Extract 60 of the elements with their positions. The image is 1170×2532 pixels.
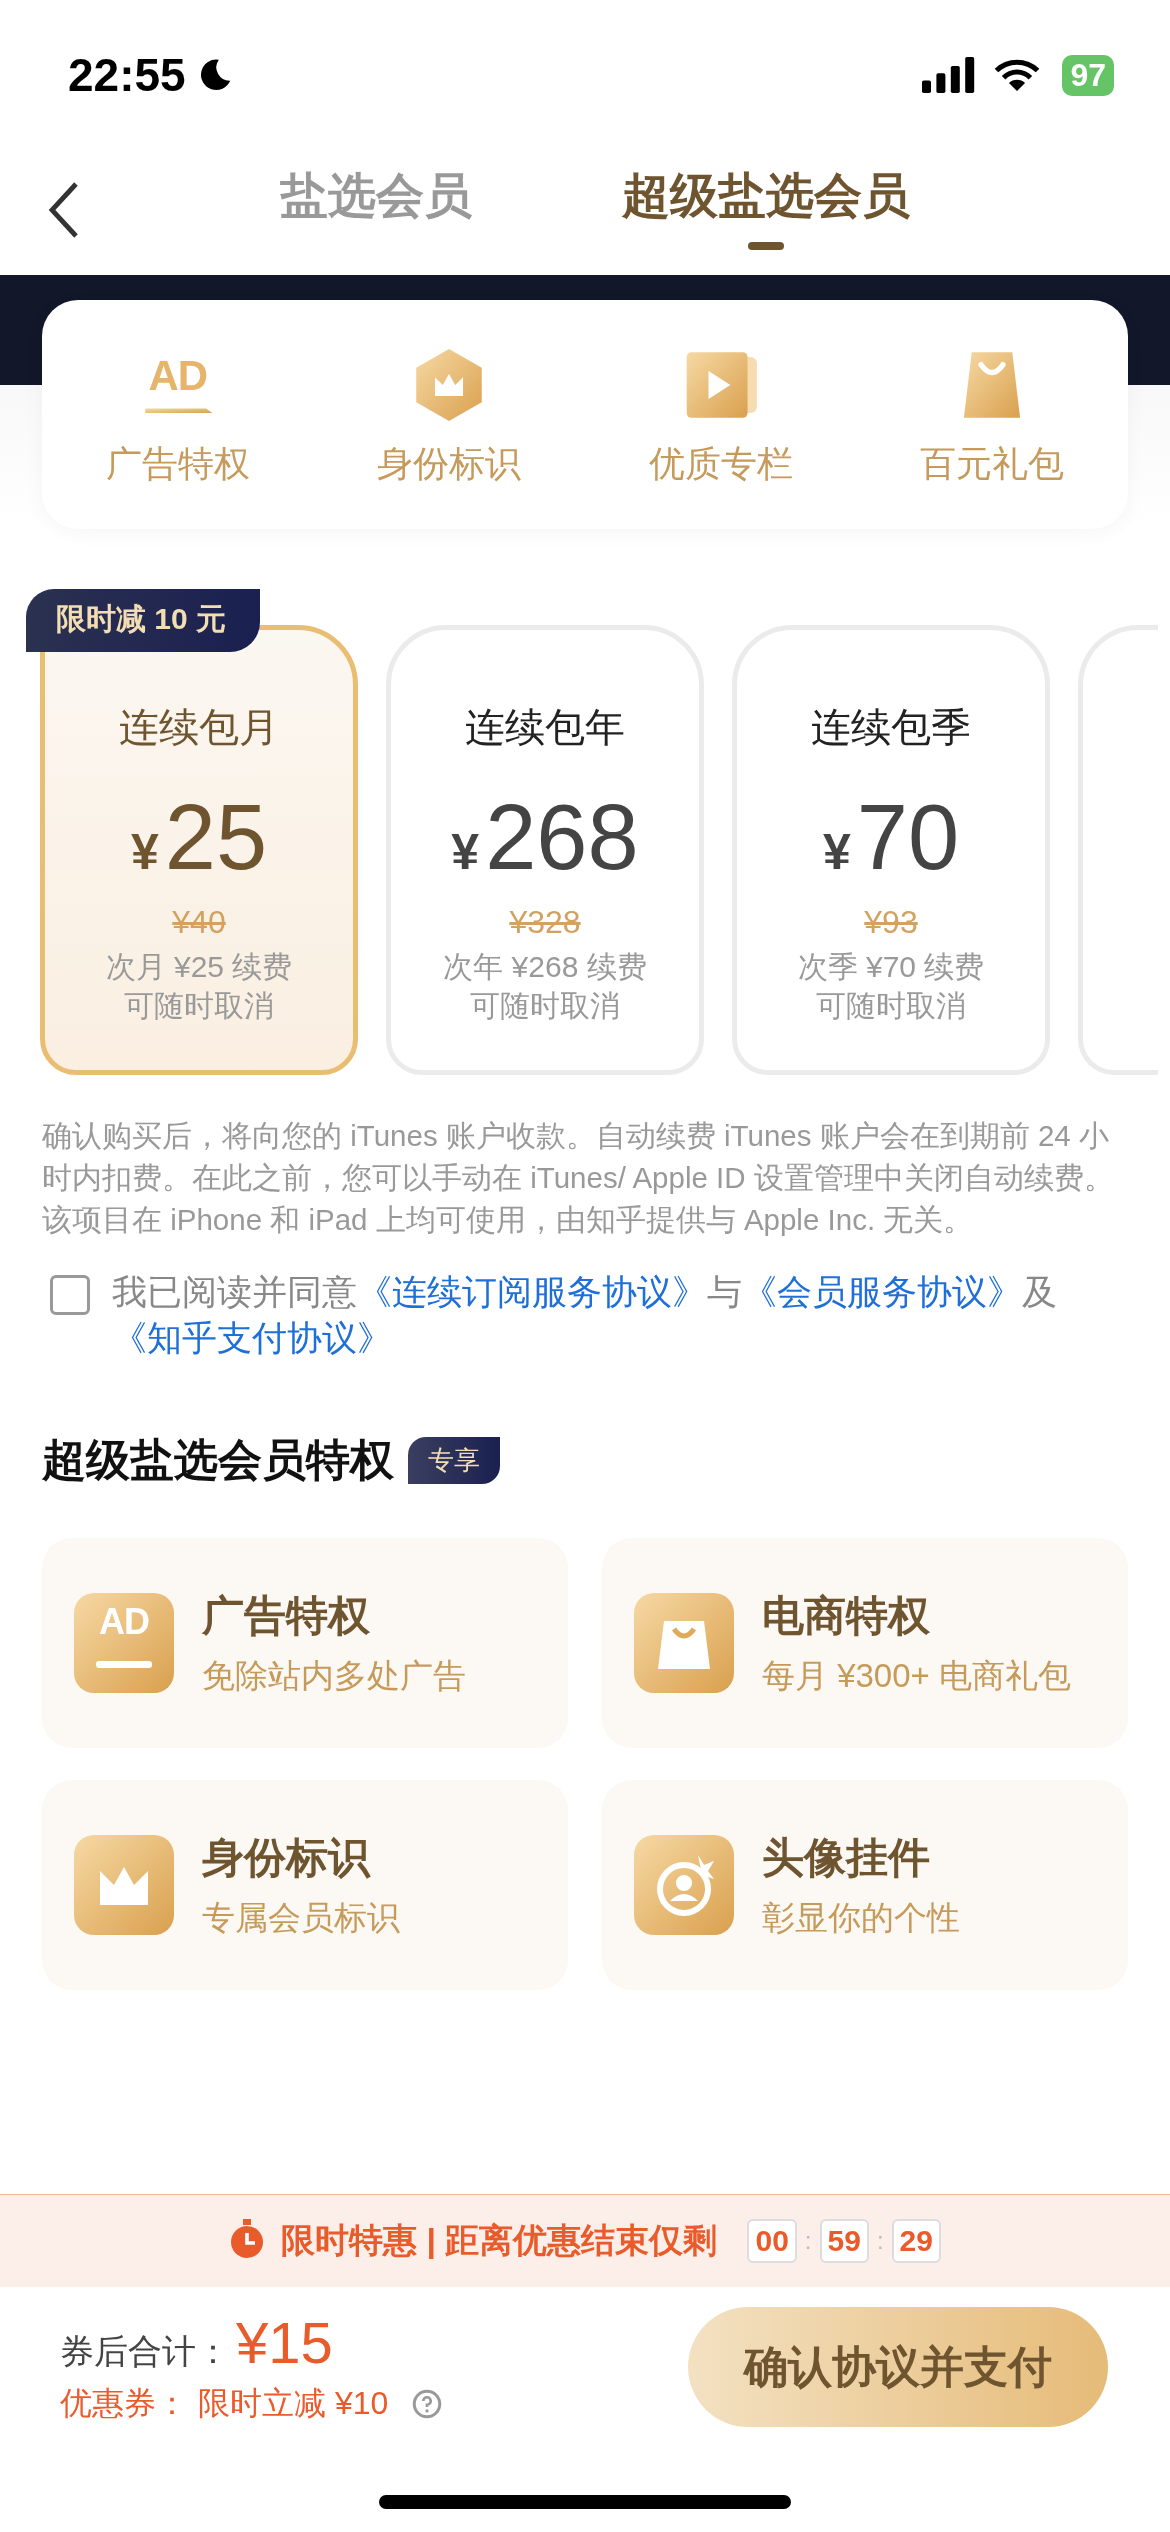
plan-name: 连续包月	[119, 704, 279, 751]
disclaimer-text: 确认购买后，将向您的 iTunes 账户收款。自动续费 iTunes 账户会在到期前 24 小时内扣费。在此之前，您可以手动在 iTunes/ Apple ID 设置管理中关闭自动续费。	[42, 1118, 1115, 1196]
pay-button[interactable]: 确认协议并支付	[688, 2307, 1108, 2427]
perk-subtitle: 免除站内多处广告	[202, 1655, 466, 1696]
agreement-link[interactable]: 《会员服务协议》	[742, 1272, 1022, 1311]
benefit-label: 优质专栏	[648, 442, 793, 486]
perk-title: 头像挂件	[762, 1832, 931, 1883]
perk-subtitle: 每月 ¥300+ 电商礼包	[762, 1655, 1072, 1696]
renewal-note: 次月 ¥25 续费	[105, 949, 293, 985]
perk-subtitle: 彰显你的个性	[762, 1897, 960, 1938]
bag-icon	[634, 1593, 734, 1693]
plan-card[interactable]: 连续包年 ¥268 ¥328 次年 ¥268 续费 可随时取消	[386, 625, 704, 1075]
time-separator: :	[876, 2227, 884, 2255]
original-price: ¥328	[509, 904, 581, 941]
coupon-value: 限时立减 ¥10	[198, 2383, 389, 2423]
renewal-note: 次季 ¥70 续费	[797, 949, 985, 985]
benefit-label: 广告特权	[105, 442, 250, 486]
benefit-label: 身份标识	[377, 442, 522, 486]
battery-icon: 97	[1062, 54, 1114, 96]
countdown-digits: 00	[747, 2219, 797, 2263]
discount-badge: 限时减 10 元	[26, 589, 261, 652]
perk-title: 身份标识	[202, 1832, 372, 1883]
total-price: ¥15	[236, 2308, 333, 2376]
disclaimer-text: 该项目在 iPhone 和 iPad 上均可使用，由知乎提供与 Apple Inc. 无关。	[42, 1202, 975, 1238]
clock-time: 22:55	[68, 48, 186, 102]
agreement-text: 我已阅读并同意《连续订阅服务协议》与《会员服务协议》及 《知乎支付协议》	[112, 1271, 1058, 1359]
agree-checkbox[interactable]	[50, 1275, 90, 1315]
agreement-link[interactable]: 《知乎支付协议》	[112, 1318, 392, 1357]
agreement-link[interactable]: 《连续订阅服务协议》	[357, 1272, 707, 1311]
plan-name: 连续包季	[811, 704, 971, 751]
cancel-note: 可随时取消	[124, 988, 274, 1024]
plan-name: 连续包年	[465, 704, 625, 751]
tab[interactable]: 盐选会员	[280, 153, 472, 272]
renewal-note: 次年 ¥268 续费	[443, 949, 647, 985]
cancel-note: 可随时取消	[470, 988, 620, 1024]
signal-icon	[922, 57, 977, 93]
countdown-digits: 59	[819, 2219, 869, 2263]
exclusive-tag: 专享	[408, 1437, 500, 1484]
help-icon[interactable]	[412, 2388, 443, 2419]
tab[interactable]: 超级盐选会员	[622, 153, 910, 272]
perk-title: 电商特权	[762, 1590, 931, 1641]
cancel-note: 可随时取消	[816, 988, 966, 1024]
benefit-label: 百元礼包	[920, 442, 1065, 486]
original-price: ¥40	[172, 904, 226, 941]
ad-icon: AD	[74, 1593, 174, 1693]
original-price: ¥93	[864, 904, 918, 941]
coupon-label: 优惠券：	[60, 2383, 188, 2423]
promo-text: 限时特惠 | 距离优惠结束仅剩	[281, 2220, 718, 2261]
perk-title: 广告特权	[202, 1590, 371, 1641]
perk-subtitle: 专属会员标识	[202, 1897, 400, 1938]
plan-price: ¥70	[822, 785, 960, 890]
section-title: 超级盐选会员特权	[42, 1434, 394, 1486]
plan-price: ¥25	[130, 785, 268, 890]
avatar-icon	[634, 1835, 734, 1935]
total-label: 券后合计：	[60, 2330, 230, 2372]
plan-card[interactable]: 连续包季 ¥70 ¥93 次季 ¥70 续费 可随时取消	[732, 625, 1050, 1075]
crown-icon	[74, 1835, 174, 1935]
countdown-digits: 29	[891, 2219, 941, 2263]
time-separator: :	[804, 2227, 812, 2255]
plan-price: ¥268	[451, 785, 639, 890]
